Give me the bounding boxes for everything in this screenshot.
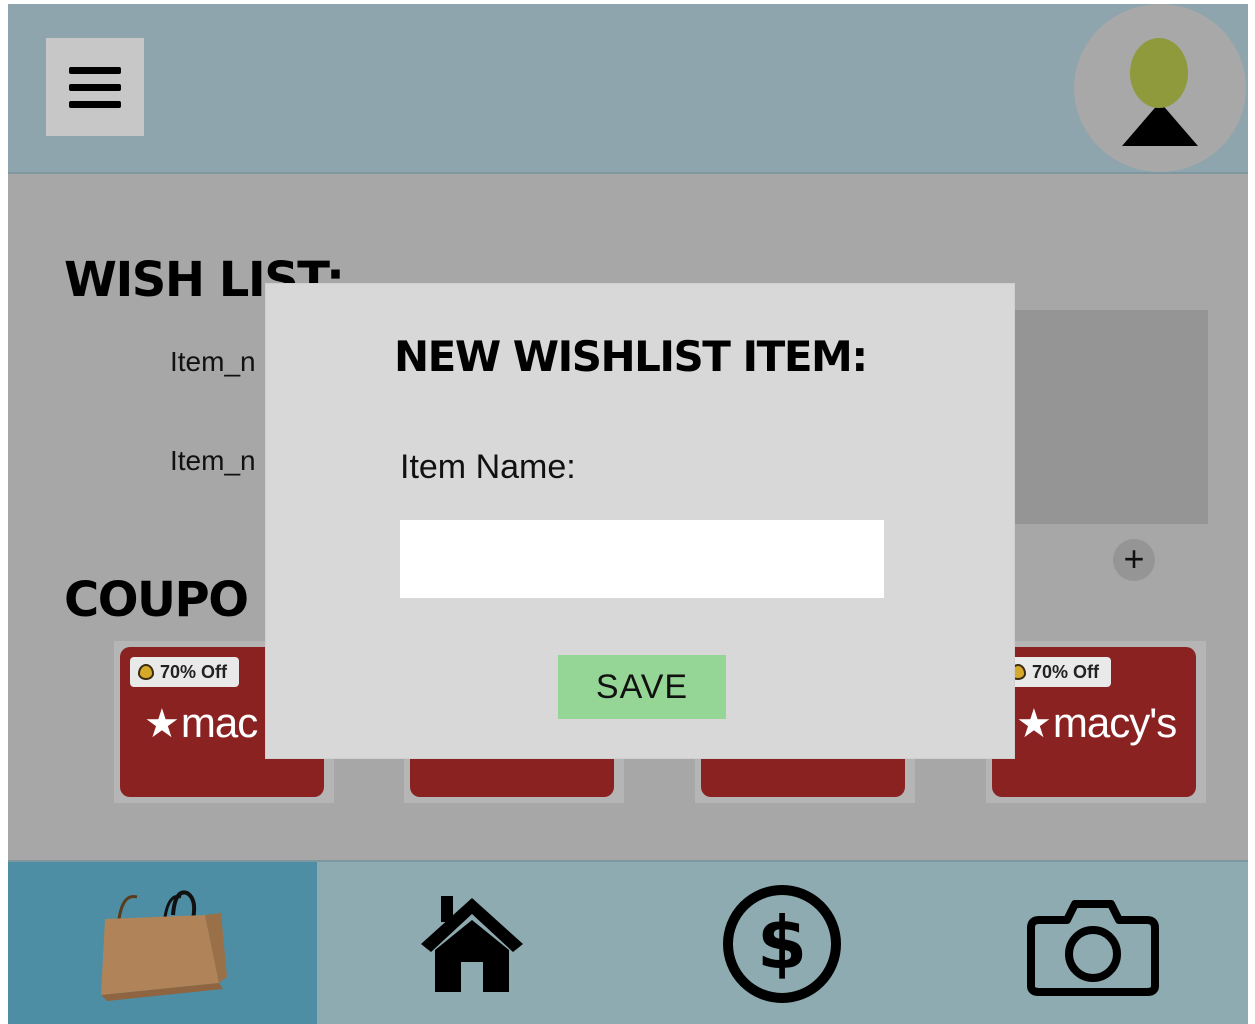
item-name-label: Item Name: (400, 448, 576, 486)
hamburger-menu-icon[interactable] (46, 38, 144, 136)
brand-logo: ★mac (144, 699, 258, 747)
dollar-icon: $ (723, 885, 841, 1003)
plus-icon[interactable]: + (1113, 539, 1155, 581)
wishlist-item[interactable]: Item_n (170, 445, 256, 477)
coupons-title: COUPO (64, 572, 249, 628)
brand-name: macy's (1052, 699, 1177, 746)
nav-item-camera[interactable] (937, 862, 1248, 1024)
app-screen: WISH LIST: Item_n Item_n + COUPO 70% Off… (8, 4, 1248, 1024)
wishlist-image-placeholder (1004, 310, 1208, 524)
nav-item-shop[interactable] (8, 862, 317, 1024)
brand-name: mac (180, 699, 258, 746)
camera-icon (1026, 900, 1159, 996)
nav-item-home[interactable] (317, 862, 627, 1024)
user-avatar-icon[interactable] (1074, 4, 1246, 172)
discount-badge: 70% Off (130, 657, 240, 687)
star-icon: ★ (1016, 702, 1052, 746)
star-icon: ★ (144, 702, 180, 746)
coupon-card[interactable]: 70% Off ★macy's (986, 641, 1206, 803)
brand-logo: ★macy's (1016, 699, 1177, 747)
item-name-input[interactable] (400, 520, 884, 598)
save-button[interactable]: SAVE (558, 655, 726, 719)
nav-item-money[interactable]: $ (627, 862, 937, 1024)
header-bar (8, 4, 1248, 174)
discount-badge-label: 70% Off (160, 661, 228, 682)
new-wishlist-item-dialog: NEW WISHLIST ITEM: Item Name: SAVE (266, 284, 1014, 758)
wishlist-item[interactable]: Item_n (170, 346, 256, 378)
discount-badge-label: 70% Off (1032, 661, 1100, 682)
dialog-title: NEW WISHLIST ITEM: (394, 332, 868, 381)
bottom-nav: $ (8, 860, 1248, 1024)
flame-icon (138, 664, 154, 680)
svg-text:$: $ (757, 901, 807, 985)
discount-badge: 70% Off (1002, 657, 1112, 687)
home-icon (421, 896, 523, 992)
shopping-bag-icon (100, 890, 227, 1001)
